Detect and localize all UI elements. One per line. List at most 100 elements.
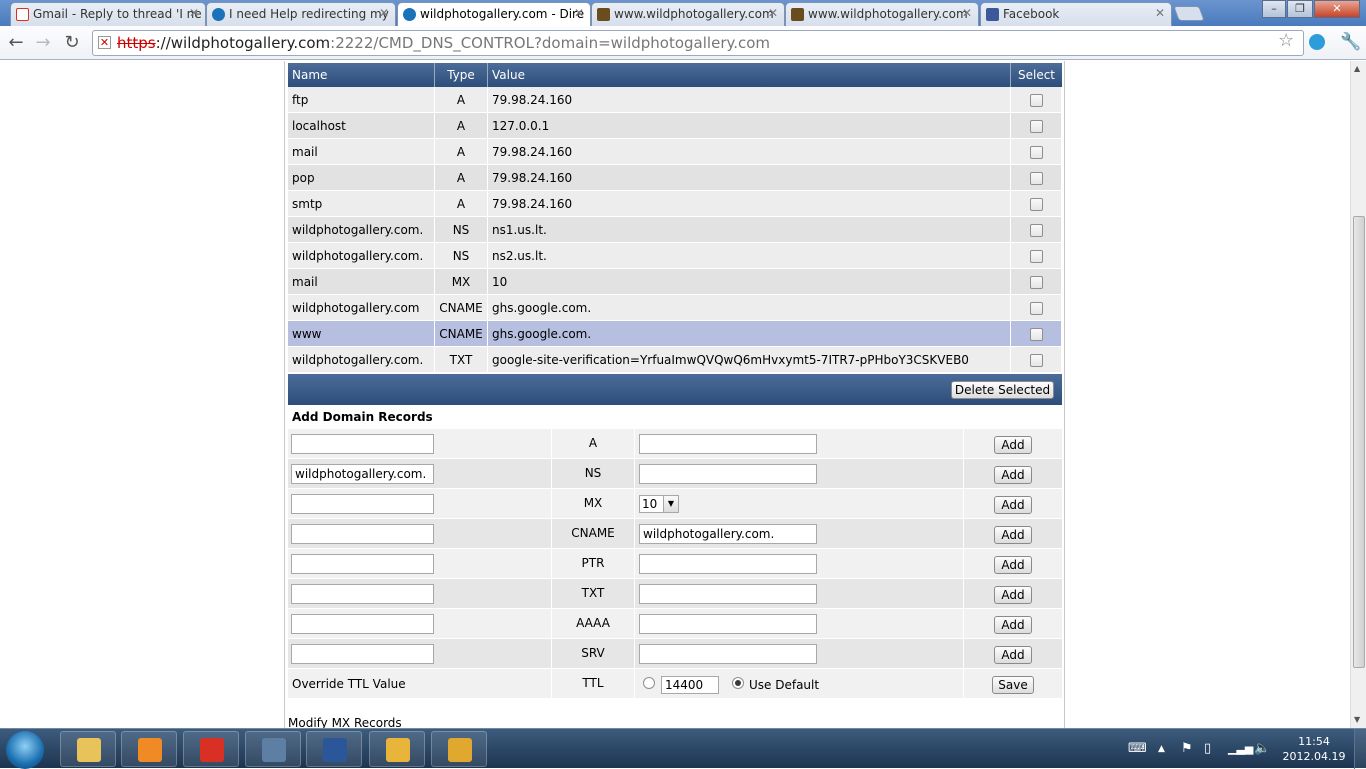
record-name-input[interactable]: [291, 554, 434, 574]
tab-wildphoto-2[interactable]: www.wildphotogallery.com ✕: [785, 2, 979, 26]
delete-selected-button[interactable]: Delete Selected: [951, 381, 1054, 399]
bookmark-star-icon[interactable]: ☆: [1278, 30, 1294, 51]
add-record-button[interactable]: Add: [994, 496, 1032, 514]
show-desktop-button[interactable]: [1354, 729, 1366, 769]
record-type-label: SRV: [581, 646, 605, 660]
gmail-icon: [16, 8, 29, 21]
tab-wildphoto-1[interactable]: www.wildphotogallery.com ✕: [591, 2, 785, 26]
add-record-button[interactable]: Add: [994, 616, 1032, 634]
tab-title: www.wildphotogallery.com: [808, 7, 968, 21]
select-checkbox[interactable]: [1029, 223, 1043, 237]
start-button[interactable]: [6, 731, 44, 769]
record-value-input[interactable]: [639, 464, 817, 484]
record-name-input[interactable]: wildphotogallery.com.: [291, 464, 434, 484]
select-checkbox[interactable]: [1029, 353, 1043, 367]
new-tab-button[interactable]: [1173, 6, 1205, 21]
taskbar-app-button[interactable]: [306, 731, 362, 767]
close-icon[interactable]: ✕: [189, 6, 199, 20]
close-icon[interactable]: ✕: [574, 6, 584, 20]
record-name-input[interactable]: [291, 434, 434, 454]
record-name-input[interactable]: [291, 494, 434, 514]
wrench-menu-icon[interactable]: 🔧: [1340, 32, 1361, 52]
col-select: Select: [1011, 63, 1062, 87]
record-value-input[interactable]: wildphotogallery.com.: [639, 524, 817, 544]
add-record-button[interactable]: Add: [994, 556, 1032, 574]
scroll-down-icon[interactable]: ▼: [1354, 715, 1360, 724]
tab-gmail[interactable]: Gmail - Reply to thread 'I ne ✕: [10, 2, 206, 26]
taskbar-app-button[interactable]: [60, 731, 116, 767]
url-path: :2222/CMD_DNS_CONTROL?domain=wildphotoga…: [330, 34, 771, 52]
system-clock[interactable]: 11:54 2012.04.19: [1280, 734, 1348, 764]
action-center-flag-icon[interactable]: ⚑: [1181, 741, 1193, 756]
table-row: wildphotogallery.com. NS ns1.us.lt.: [288, 217, 1062, 243]
close-icon[interactable]: ✕: [379, 6, 389, 20]
save-ttl-button[interactable]: Save: [992, 676, 1034, 694]
scroll-thumb[interactable]: [1353, 216, 1365, 668]
select-checkbox[interactable]: [1029, 327, 1043, 341]
select-checkbox[interactable]: [1029, 145, 1043, 159]
select-checkbox[interactable]: [1029, 93, 1043, 107]
scroll-up-icon[interactable]: ▲: [1354, 64, 1360, 73]
skype-extension-icon[interactable]: [1309, 34, 1325, 50]
close-icon[interactable]: ✕: [962, 6, 972, 20]
keyboard-icon[interactable]: ⌨: [1128, 741, 1147, 756]
ttl-default-radio[interactable]: [732, 677, 744, 689]
mx-priority-select[interactable]: 10 ▼: [639, 495, 679, 513]
taskbar-app-button[interactable]: [431, 731, 487, 767]
record-value-input[interactable]: [639, 554, 817, 574]
record-select-cell: [1011, 217, 1062, 243]
insecure-lock-icon[interactable]: ✕: [98, 36, 111, 49]
record-name-input[interactable]: [291, 584, 434, 604]
forward-icon[interactable]: →: [32, 32, 54, 54]
add-record-button[interactable]: Add: [994, 526, 1032, 544]
tab-forum[interactable]: I need Help redirecting my ✕: [206, 2, 396, 26]
record-value-input[interactable]: [639, 614, 817, 634]
record-value-input[interactable]: [639, 644, 817, 664]
col-type: Type: [435, 63, 488, 87]
select-checkbox[interactable]: [1029, 249, 1043, 263]
maximize-button[interactable]: ❐: [1287, 0, 1313, 18]
show-hidden-icons-icon[interactable]: ▲: [1158, 744, 1165, 754]
add-record-button[interactable]: Add: [994, 436, 1032, 454]
add-record-button[interactable]: Add: [994, 466, 1032, 484]
taskbar-app-button[interactable]: [121, 731, 177, 767]
select-checkbox[interactable]: [1029, 275, 1043, 289]
record-name-input[interactable]: [291, 644, 434, 664]
minimize-button[interactable]: –: [1262, 0, 1286, 18]
record-type: CNAME: [435, 321, 488, 347]
close-icon[interactable]: ✕: [768, 6, 778, 20]
ttl-custom-radio[interactable]: [643, 677, 655, 689]
dns-records-table: Name Type Value Select ftp A 79.98.24.160 l…: [288, 63, 1062, 373]
tab-facebook[interactable]: Facebook ✕: [980, 2, 1172, 26]
network-signal-icon[interactable]: ▁▃▅: [1228, 742, 1253, 755]
ttl-value-input[interactable]: 14400: [661, 676, 719, 694]
add-record-button[interactable]: Add: [994, 586, 1032, 604]
table-row: smtp A 79.98.24.160: [288, 191, 1062, 217]
record-value-input[interactable]: [639, 584, 817, 604]
select-checkbox[interactable]: [1029, 119, 1043, 133]
add-record-button[interactable]: Add: [994, 646, 1032, 664]
record-name-input[interactable]: [291, 524, 434, 544]
close-window-button[interactable]: ✕: [1314, 0, 1360, 18]
table-row: wildphotogallery.com. TXT google-site-veri…: [288, 347, 1062, 373]
tab-directadmin[interactable]: wildphotogallery.com - Dire ✕: [397, 2, 591, 27]
select-checkbox[interactable]: [1029, 197, 1043, 211]
taskbar-app-button[interactable]: [183, 731, 239, 767]
explorer-icon: [77, 738, 101, 762]
table-row: pop A 79.98.24.160: [288, 165, 1062, 191]
close-icon[interactable]: ✕: [1155, 6, 1165, 20]
back-icon[interactable]: ←: [5, 32, 27, 54]
record-name-input[interactable]: [291, 614, 434, 634]
address-bar[interactable]: ✕ https://wildphotogallery.com:2222/CMD_…: [92, 30, 1304, 56]
select-checkbox[interactable]: [1029, 171, 1043, 185]
reload-icon[interactable]: ↻: [61, 32, 83, 54]
volume-icon[interactable]: 🔈: [1254, 741, 1270, 756]
taskbar-app-button[interactable]: [245, 731, 301, 767]
page-scrollbar[interactable]: ▲ ▼: [1350, 61, 1366, 728]
select-checkbox[interactable]: [1029, 301, 1043, 315]
taskbar-app-button[interactable]: [369, 731, 425, 767]
record-value-input[interactable]: [639, 434, 817, 454]
media-player-icon: [138, 738, 162, 762]
record-type: A: [435, 165, 488, 191]
battery-icon[interactable]: ▯: [1204, 741, 1211, 756]
